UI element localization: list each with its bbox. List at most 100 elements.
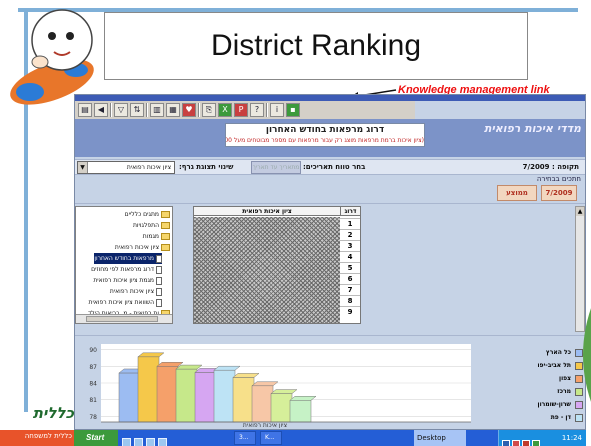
taskbar: Start 3... K... Desktop 11:24 [74,430,586,446]
document-icon [156,254,162,263]
desktop-toolbar[interactable]: Desktop [414,430,466,446]
table-icon[interactable]: ▦ [166,103,180,117]
tree-item[interactable]: השוואת ציון איכות רפואית [89,297,162,308]
chevron-down-icon[interactable]: ▼ [78,162,88,173]
folder-icon [161,211,170,218]
scroll-up-icon[interactable]: ▲ [576,207,584,216]
tree-item[interactable]: מגמות [143,231,170,242]
tree-item[interactable]: דרוג מרפאות לפי מחוזים [91,264,162,275]
tab-strip: 7/2009 ממוצע [75,183,585,203]
logo-subtitle: כללית למשפחה [24,432,72,440]
tree-item[interactable]: מתגים כלליים [125,209,170,220]
info-icon[interactable]: i [270,103,284,117]
bar [289,400,312,423]
bar-top [156,362,184,367]
y-tick-label: 78 [89,414,97,421]
period-label: תקופה : [552,163,579,171]
taskbar-item[interactable]: 3... [234,431,256,445]
app-brand: מדדי איכות רפואית [484,122,581,135]
antivirus-icon[interactable] [522,440,530,446]
bar-top [289,396,317,401]
folder-icon [161,222,170,229]
bar [137,356,160,423]
toolbar-separator [146,103,148,117]
date-range-button[interactable]: מתאריך עד תאריך [251,161,301,174]
media-icon[interactable] [158,438,167,446]
rank-cell: 1 [340,218,360,228]
quick-launch [122,432,182,446]
chart-legend: כל הארץ תל אביב-יפו צפון מרכז שרון-שומרו… [483,346,583,424]
tree-horizontal-scrollbar[interactable] [76,314,172,323]
bar [156,366,179,423]
slide-title: District Ranking [210,29,422,62]
print-icon[interactable]: ▤ [78,103,92,117]
heart-icon[interactable]: ♥ [182,103,196,117]
folder-icon [161,233,170,240]
rank-cell: 8 [340,295,360,305]
bar [270,393,293,423]
help-icon[interactable]: ? [250,103,264,117]
scrollbar-thumb[interactable] [86,316,158,322]
rank-cell: 6 [340,273,360,283]
ranking-table: ציון איכות רפואית דרוג 1 2 3 4 5 6 7 8 9 [193,206,361,324]
knowledge-link-icon[interactable]: ▪ [286,103,300,117]
excel-icon[interactable]: X [218,103,232,117]
tab-average[interactable]: ממוצע [497,185,537,201]
network-icon[interactable] [502,440,510,446]
legend-item: דן - פת [483,411,583,424]
report-title-box: דרוג מרפאות בחודש האחרון (ציון איכות ברמ… [225,123,425,147]
rank-cell: 9 [340,306,360,316]
tree-item[interactable]: ציון איכות רפואית [115,242,170,253]
volume-icon[interactable] [512,440,520,446]
bar [213,369,236,423]
graph-view-select[interactable]: ▼ ציון איכות רפואית [77,161,175,174]
ie-icon[interactable] [122,438,131,446]
content-panel: מתגים כלליים התפלגויות מגמות ציון איכות … [75,203,585,333]
tree-item[interactable]: מגמת ציון איכות רפואית [93,275,162,286]
column-header-score: ציון איכות רפואית [242,208,292,215]
chart-panel: 90 87 84 81 78 כל הארץ תל אביב-יפו צפון מרכז… [75,335,585,429]
slide-title-box: District Ranking [104,12,528,80]
bar [232,377,255,423]
rank-cell: 3 [340,240,360,250]
filter-icon[interactable]: ▽ [114,103,128,117]
document-icon [156,276,162,285]
tree-item-selected[interactable]: מרפאות בחודש האחרון [94,253,162,264]
bar [175,368,198,423]
outlook-icon[interactable] [134,438,143,446]
rank-cell: 4 [340,251,360,261]
bar-top [232,373,260,378]
toolbar-separator [110,103,112,117]
sort-icon[interactable]: ⇅ [130,103,144,117]
period-value: 7/2009 [522,163,550,171]
toolbar: ▤ ◀ ▽ ⇅ ▥ ▦ ♥ ⎘ X P ? i ▪ [75,101,415,119]
messenger-icon[interactable] [532,440,540,446]
bar [118,372,141,423]
export-icon[interactable]: ⎘ [202,103,216,117]
column-header-rank: דרוג [340,207,360,216]
tree-item[interactable]: ציון איכות רפואית [110,286,162,297]
legend-item: שרון-שומרון [483,398,583,411]
bar [251,385,274,423]
tree-item[interactable]: התפלגויות [133,220,170,231]
clock: 11:24 [561,434,582,442]
bar-top [270,389,298,394]
desktop-icon[interactable] [146,438,155,446]
rank-cell: 5 [340,262,360,272]
logo-text: כללית [32,404,74,422]
tab-period[interactable]: 7/2009 [541,185,577,201]
toolbar-separator [266,103,268,117]
back-icon[interactable]: ◀ [94,103,108,117]
toolbar-separator [198,103,200,117]
start-button[interactable]: Start [74,430,118,446]
period-display: תקופה : 7/2009 [523,163,579,171]
chart-icon[interactable]: ▥ [150,103,164,117]
legend-item: תל אביב-יפו [483,359,583,372]
rank-cell: 7 [340,284,360,294]
bar-top [175,364,203,370]
bar-top [213,365,241,371]
pdf-icon[interactable]: P [234,103,248,117]
filter-row: תקופה : 7/2009 בחר טווח תאריכים: מתאריך … [75,159,585,175]
taskbar-item[interactable]: K... [260,431,282,445]
graph-view-label: שינוי תצוגת גרף: [179,163,234,171]
